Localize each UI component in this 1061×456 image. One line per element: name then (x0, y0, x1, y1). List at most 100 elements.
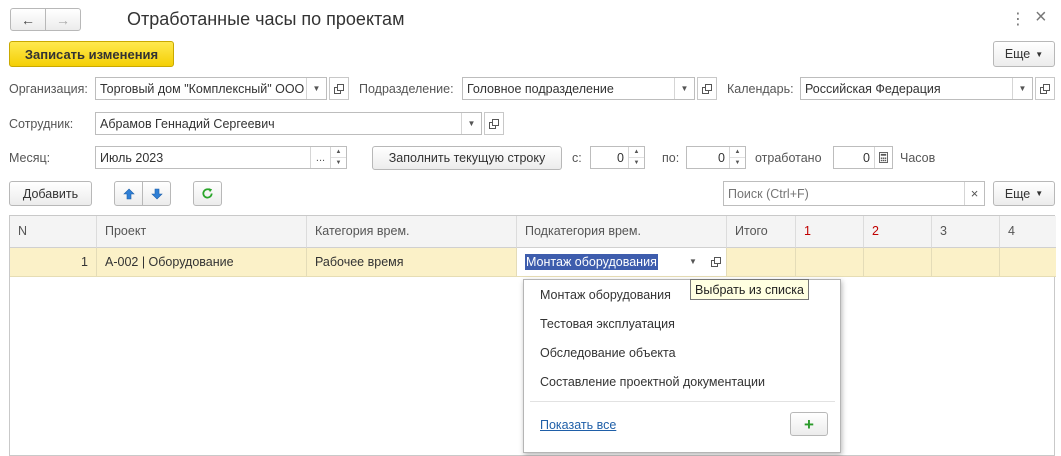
tooltip: Выбрать из списка (690, 279, 809, 300)
open-window-icon (702, 83, 712, 94)
more-vertical-icon[interactable]: ⋮ (1010, 9, 1026, 29)
spin-down-icon[interactable]: ▼ (629, 158, 644, 168)
cell-day-2[interactable] (864, 248, 932, 277)
org-open-button[interactable] (329, 77, 349, 100)
arrow-down-icon (150, 188, 163, 199)
worked-field[interactable]: 0 (833, 146, 893, 169)
to-value: 0 (718, 151, 725, 165)
employee-label: Сотрудник: (9, 117, 74, 131)
dropdown-item[interactable]: Монтаж оборудования (540, 288, 671, 302)
cell-day-4[interactable] (1000, 248, 1056, 277)
subcategory-dropdown: Монтаж оборудования Тестовая эксплуатаци… (523, 279, 841, 453)
subcategory-selected-text[interactable]: Монтаж оборудования (525, 254, 658, 270)
hours-label: Часов (900, 151, 936, 165)
arrow-right-icon: → (56, 11, 70, 28)
from-spinner[interactable]: ▲ ▼ (628, 147, 644, 168)
move-up-button[interactable] (114, 181, 143, 206)
dept-open-button[interactable] (697, 77, 717, 100)
worked-label: отработано (755, 151, 822, 165)
refresh-icon (202, 188, 213, 199)
table-more-button[interactable]: Еще ▼ (993, 181, 1055, 206)
plus-icon: + (804, 414, 814, 434)
cell-n[interactable]: 1 (10, 248, 97, 277)
month-field[interactable]: Июль 2023 ... ▲ ▼ (95, 146, 347, 169)
to-spinner[interactable]: ▲ ▼ (729, 147, 745, 168)
create-new-button[interactable]: + (790, 412, 828, 436)
calculator-icon[interactable] (874, 147, 892, 168)
column-header-n[interactable]: N (10, 216, 97, 248)
chevron-down-icon[interactable]: ▼ (674, 78, 694, 99)
employee-open-button[interactable] (484, 112, 504, 135)
dept-value: Головное подразделение (467, 82, 614, 96)
chevron-down-icon[interactable]: ▼ (1012, 78, 1032, 99)
dropdown-item[interactable]: Тестовая эксплуатация (540, 317, 675, 331)
org-field[interactable]: Торговый дом "Комплексный" ООО ▼ (95, 77, 327, 100)
column-header-day-4[interactable]: 4 (1000, 216, 1056, 248)
add-button[interactable]: Добавить (9, 181, 92, 206)
cell-day-3[interactable] (932, 248, 1000, 277)
dropdown-divider (530, 401, 835, 402)
month-value: Июль 2023 (100, 151, 164, 165)
forward-button[interactable]: → (45, 8, 81, 31)
spin-down-icon[interactable]: ▼ (331, 158, 346, 168)
refresh-button[interactable] (193, 181, 222, 206)
dept-field[interactable]: Головное подразделение ▼ (462, 77, 695, 100)
from-label: с: (572, 151, 582, 165)
cell-total[interactable] (727, 248, 796, 277)
open-window-icon (334, 83, 344, 94)
spin-up-icon[interactable]: ▲ (331, 147, 346, 158)
column-header-category[interactable]: Категория врем. (307, 216, 517, 248)
column-header-project[interactable]: Проект (97, 216, 307, 248)
search-input[interactable] (724, 182, 964, 205)
chevron-down-icon[interactable]: ▼ (306, 78, 326, 99)
column-header-subcategory[interactable]: Подкатегория врем. (517, 216, 727, 248)
more-button[interactable]: Еще ▼ (993, 41, 1055, 67)
cell-subcategory[interactable]: Монтаж оборудования ▼ (517, 248, 727, 277)
to-field[interactable]: 0 ▲ ▼ (686, 146, 746, 169)
employee-value: Абрамов Геннадий Сергеевич (100, 117, 275, 131)
spin-up-icon[interactable]: ▲ (629, 147, 644, 158)
calendar-field[interactable]: Российская Федерация ▼ (800, 77, 1033, 100)
save-changes-button[interactable]: Записать изменения (9, 41, 174, 67)
search-field[interactable]: × (723, 181, 985, 206)
dropdown-arrow-icon: ▼ (1035, 49, 1044, 59)
from-field[interactable]: 0 ▲ ▼ (590, 146, 645, 169)
org-label: Организация: (9, 82, 88, 96)
employee-field[interactable]: Абрамов Геннадий Сергеевич ▼ (95, 112, 482, 135)
clear-search-icon[interactable]: × (964, 182, 984, 205)
dropdown-item[interactable]: Обследование объекта (540, 346, 676, 360)
close-icon[interactable]: × (1035, 6, 1047, 29)
month-spinner[interactable]: ▲ ▼ (330, 147, 346, 168)
dropdown-arrow-icon: ▼ (1035, 189, 1044, 198)
spin-down-icon[interactable]: ▼ (730, 158, 745, 168)
column-header-day-3[interactable]: 3 (932, 216, 1000, 248)
spin-up-icon[interactable]: ▲ (730, 147, 745, 158)
cell-project[interactable]: А-002 | Оборудование (97, 248, 307, 277)
calendar-value: Российская Федерация (805, 82, 941, 96)
column-header-total[interactable]: Итого (727, 216, 796, 248)
org-value: Торговый дом "Комплексный" ООО (100, 82, 305, 96)
month-label: Месяц: (9, 151, 51, 165)
chevron-down-icon[interactable]: ▼ (689, 257, 697, 266)
chevron-down-icon[interactable]: ▼ (461, 113, 481, 134)
fill-current-row-button[interactable]: Заполнить текущую строку (372, 146, 562, 170)
cell-category[interactable]: Рабочее время (307, 248, 517, 277)
to-label: по: (662, 151, 680, 165)
back-button[interactable]: ← (10, 8, 46, 31)
move-down-button[interactable] (142, 181, 171, 206)
column-header-day-2[interactable]: 2 (864, 216, 932, 248)
dropdown-item[interactable]: Составление проектной документации (540, 375, 765, 389)
open-window-icon (489, 118, 499, 129)
calendar-label: Календарь: (727, 82, 794, 96)
open-window-icon (1040, 83, 1050, 94)
arrow-left-icon: ← (21, 11, 35, 28)
table-more-label: Еще (1004, 186, 1031, 201)
subcategory-open-button[interactable] (707, 252, 725, 272)
cell-day-1[interactable] (796, 248, 864, 277)
page-title: Отработанные часы по проектам (127, 9, 405, 29)
select-dots-icon[interactable]: ... (310, 147, 330, 168)
column-header-day-1[interactable]: 1 (796, 216, 864, 248)
show-all-link[interactable]: Показать все (540, 418, 616, 432)
arrow-up-icon (122, 188, 135, 199)
calendar-open-button[interactable] (1035, 77, 1055, 100)
